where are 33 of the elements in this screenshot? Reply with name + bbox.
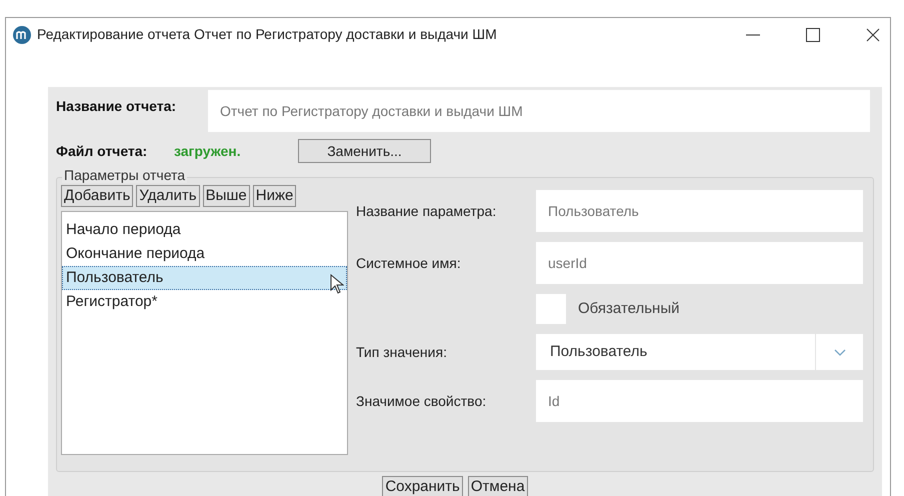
toolbar-button[interactable]: Выше xyxy=(202,185,250,207)
replace-button[interactable]: Заменить... xyxy=(298,139,431,163)
field-label: Название отчета: xyxy=(56,97,178,116)
toolbar-button[interactable]: Ниже xyxy=(252,185,296,207)
field-label: Значимое свойство: xyxy=(356,392,488,410)
input-field[interactable]: Отчет по Регистратору доставки и выдачи ШМ xyxy=(208,90,870,132)
group-title: Параметры отчета xyxy=(62,167,188,183)
chevron-down-icon xyxy=(834,348,846,356)
dropdown-value: Пользователь xyxy=(549,342,648,362)
field-label: Системное имя: xyxy=(356,254,462,272)
field-label: Тип значения: xyxy=(356,342,448,362)
checkbox-label: Обязательный xyxy=(578,298,680,319)
list-item[interactable]: Регистратор* xyxy=(62,290,347,314)
field-label: Название параметра: xyxy=(356,202,498,221)
dialog-button[interactable]: Сохранить xyxy=(382,476,463,496)
app-logo-icon xyxy=(13,26,31,44)
checkbox[interactable] xyxy=(536,294,566,324)
input-field[interactable]: userId xyxy=(536,242,863,284)
dialog-button[interactable]: Отмена xyxy=(468,476,528,496)
dropdown[interactable]: Пользователь xyxy=(536,334,863,370)
list-item[interactable]: Пользователь xyxy=(62,266,347,290)
mouse-cursor-icon xyxy=(330,274,344,294)
list-item[interactable]: Окончание периода xyxy=(62,242,347,266)
toolbar-button[interactable]: Удалить xyxy=(136,185,200,207)
status-text: загружен. xyxy=(174,142,242,161)
field-label: Файл отчета: xyxy=(56,142,148,160)
maximize-icon[interactable] xyxy=(806,28,820,42)
input-field[interactable]: Пользователь xyxy=(536,190,863,232)
list-item[interactable]: Начало периода xyxy=(62,218,347,242)
toolbar-button[interactable]: Добавить xyxy=(61,185,134,207)
input-field[interactable]: Id xyxy=(536,380,863,422)
window-title: Редактирование отчета Отчет по Регистратору доставки и выдачи ШМ xyxy=(37,25,498,44)
close-icon[interactable] xyxy=(866,28,880,42)
